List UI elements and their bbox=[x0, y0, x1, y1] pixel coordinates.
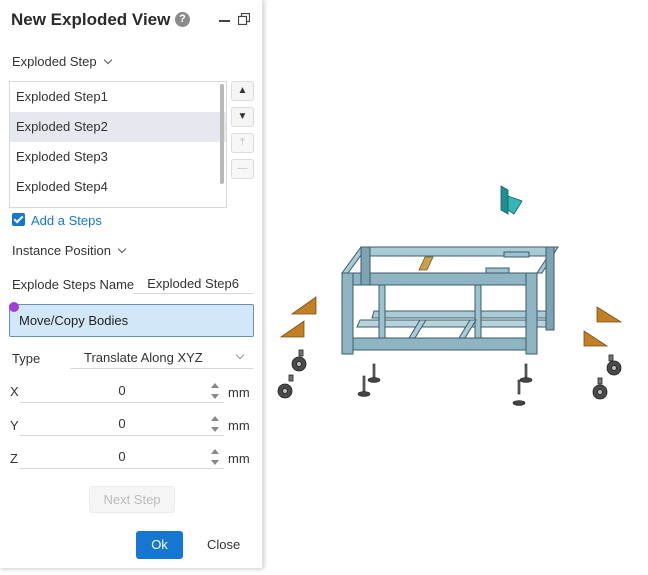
steps-list[interactable]: Exploded Step1 Exploded Step2 Exploded S… bbox=[9, 81, 227, 208]
exploded-step-section-toggle[interactable]: Exploded Step bbox=[12, 54, 112, 69]
step-item[interactable]: Exploded Step4 bbox=[10, 172, 226, 202]
teal-bracket-part[interactable] bbox=[500, 185, 523, 215]
y-label: Y bbox=[10, 418, 19, 433]
x-decrement-icon[interactable] bbox=[211, 394, 219, 399]
remove-step-button[interactable]: — bbox=[231, 159, 254, 179]
x-label: X bbox=[10, 384, 19, 399]
add-steps-label[interactable]: Add a Steps bbox=[31, 213, 102, 228]
help-icon[interactable]: ? bbox=[175, 12, 190, 27]
right-brackets[interactable] bbox=[583, 306, 623, 347]
type-select[interactable]: Translate Along XYZ bbox=[70, 347, 253, 369]
z-label: Z bbox=[10, 451, 18, 466]
restore-icon[interactable] bbox=[238, 13, 250, 25]
chevron-down-icon bbox=[235, 350, 245, 360]
explode-steps-name-label: Explode Steps Name bbox=[12, 277, 135, 292]
y-unit: mm bbox=[228, 418, 250, 433]
step-item-selected[interactable]: Exploded Step2 bbox=[10, 112, 226, 142]
chevron-down-icon bbox=[103, 55, 112, 65]
move-up-button[interactable]: ▲ bbox=[231, 81, 254, 101]
chevron-down-icon bbox=[117, 244, 127, 254]
move-top-button[interactable]: ⤒ bbox=[231, 133, 254, 153]
x-increment-icon[interactable] bbox=[211, 383, 219, 388]
move-down-button[interactable]: ▼ bbox=[231, 107, 254, 127]
frame-assembly[interactable] bbox=[341, 246, 559, 355]
close-button[interactable]: Close bbox=[207, 537, 240, 552]
y-increment-icon[interactable] bbox=[211, 416, 219, 421]
model-viewport[interactable] bbox=[264, 0, 648, 575]
minimize-icon[interactable] bbox=[219, 20, 230, 22]
z-decrement-icon[interactable] bbox=[211, 460, 219, 465]
dialog-title: New Exploded View bbox=[11, 10, 171, 29]
selection-indicator-icon bbox=[9, 302, 19, 312]
y-input[interactable]: 0 bbox=[20, 412, 224, 436]
exploded-view-panel: New Exploded View ? Exploded Step Explod… bbox=[0, 0, 263, 568]
z-increment-icon[interactable] bbox=[211, 449, 219, 454]
top-slat-part[interactable] bbox=[418, 256, 434, 271]
move-copy-bodies-selector[interactable]: Move/Copy Bodies bbox=[9, 304, 254, 337]
y-decrement-icon[interactable] bbox=[211, 427, 219, 432]
instance-position-toggle[interactable]: Instance Position bbox=[12, 243, 127, 258]
x-input[interactable]: 0 bbox=[20, 379, 224, 403]
list-scrollbar[interactable] bbox=[220, 84, 224, 184]
type-value: Translate Along XYZ bbox=[84, 350, 203, 365]
explode-steps-name-input[interactable]: Exploded Step6 bbox=[134, 274, 253, 294]
instance-position-label: Instance Position bbox=[12, 243, 112, 258]
leveling-feet[interactable] bbox=[357, 363, 533, 406]
left-brackets[interactable] bbox=[279, 296, 317, 338]
exploded-step-label: Exploded Step bbox=[12, 54, 97, 69]
x-unit: mm bbox=[228, 385, 250, 400]
next-step-button[interactable]: Next Step bbox=[89, 486, 175, 513]
z-input[interactable]: 0 bbox=[20, 445, 224, 469]
caster-wheels[interactable] bbox=[277, 349, 622, 400]
z-unit: mm bbox=[228, 451, 250, 466]
step-item[interactable]: Exploded Step1 bbox=[10, 82, 226, 112]
add-steps-checkbox[interactable] bbox=[12, 213, 25, 226]
type-label: Type bbox=[12, 351, 41, 366]
step-item[interactable]: Exploded Step3 bbox=[10, 142, 226, 172]
ok-button[interactable]: Ok bbox=[136, 531, 183, 559]
